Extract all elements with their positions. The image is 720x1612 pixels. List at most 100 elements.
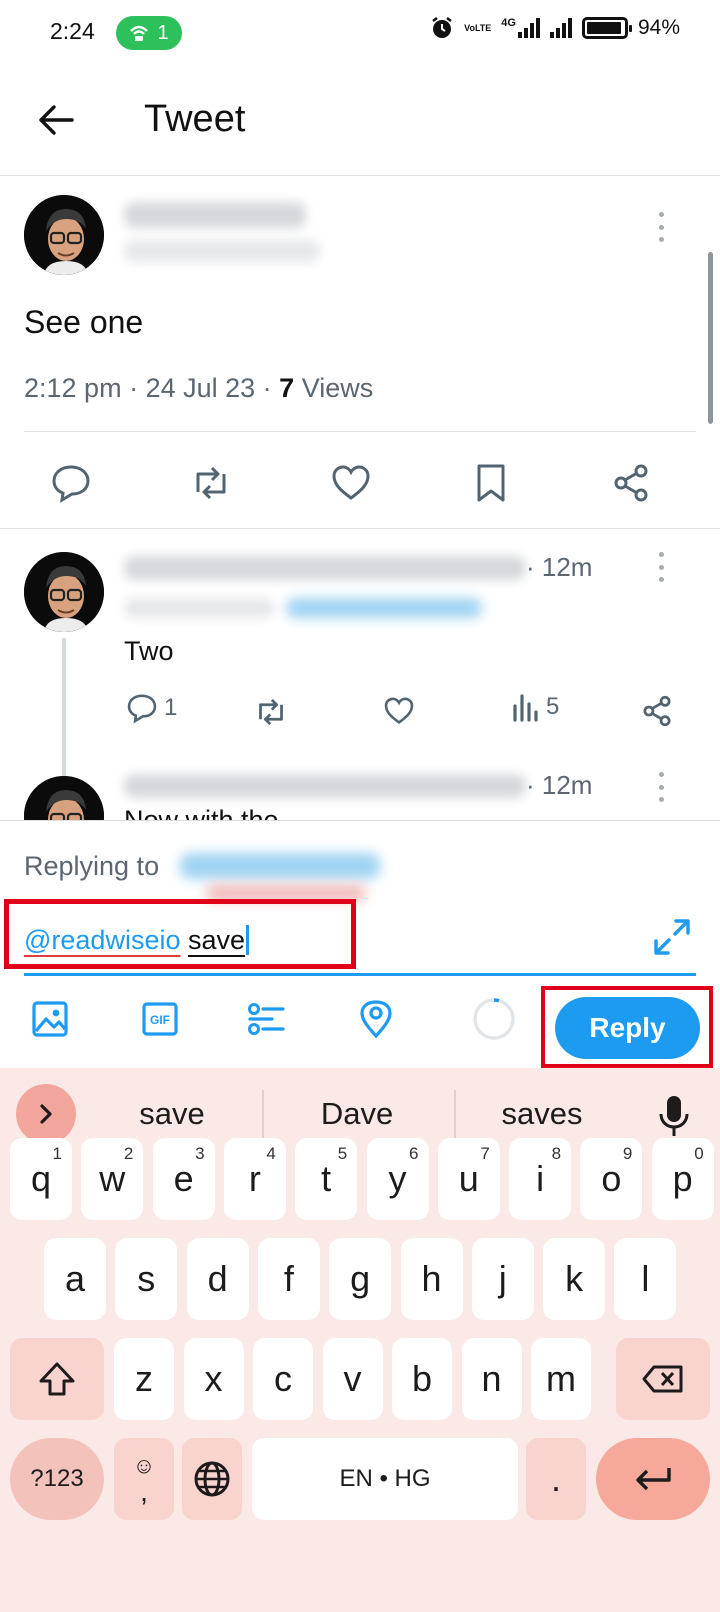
share-icon[interactable] xyxy=(610,462,652,504)
key-p[interactable]: p0 xyxy=(651,1138,714,1220)
bookmark-icon[interactable] xyxy=(470,462,512,504)
more-options-icon[interactable] xyxy=(657,772,665,802)
key-x[interactable]: x xyxy=(183,1338,244,1420)
microphone-icon[interactable] xyxy=(656,1094,692,1138)
views-label[interactable]: Views xyxy=(302,373,374,403)
key-m[interactable]: m xyxy=(531,1338,591,1420)
key-h[interactable]: h xyxy=(400,1238,463,1320)
key-number-hint: 1 xyxy=(52,1144,62,1163)
reply-icon[interactable] xyxy=(50,462,92,504)
volte-icon: VoLTE xyxy=(464,22,492,33)
image-icon[interactable] xyxy=(30,999,70,1039)
page-title: Tweet xyxy=(144,98,246,140)
key-n[interactable]: n xyxy=(461,1338,522,1420)
key-r[interactable]: r4 xyxy=(223,1138,286,1220)
suggestion-3[interactable]: saves xyxy=(452,1096,632,1132)
space-key[interactable]: EN • HG xyxy=(252,1438,518,1520)
network-label: 4G xyxy=(501,17,516,29)
key-number-hint: 9 xyxy=(622,1144,633,1163)
more-options-icon[interactable] xyxy=(657,212,665,242)
key-g[interactable]: g xyxy=(329,1238,392,1320)
input-underline xyxy=(24,973,696,976)
key-i[interactable]: i8 xyxy=(509,1138,572,1220)
key-o[interactable]: o9 xyxy=(580,1138,643,1220)
reply-time: · 12m xyxy=(526,552,593,582)
key-label: r xyxy=(248,1158,261,1199)
tweet-actions xyxy=(0,440,720,520)
chevron-right-icon xyxy=(40,1104,52,1124)
key-t[interactable]: t5 xyxy=(295,1138,358,1220)
retweet-icon[interactable] xyxy=(254,695,288,729)
key-b[interactable]: b xyxy=(392,1338,452,1420)
key-w[interactable]: w2 xyxy=(81,1138,144,1220)
period-key[interactable]: . xyxy=(526,1438,586,1520)
share-icon[interactable] xyxy=(640,694,674,728)
battery-percent: 94% xyxy=(637,16,680,39)
status-time: 2:24 xyxy=(50,18,95,44)
enter-key[interactable] xyxy=(596,1438,710,1520)
scrollbar[interactable] xyxy=(708,252,713,424)
location-icon[interactable] xyxy=(356,999,396,1039)
enter-icon xyxy=(636,1468,671,1491)
gif-icon[interactable]: GIF xyxy=(140,999,180,1039)
reply-input[interactable]: @readwiseio save xyxy=(24,925,250,956)
emoji-comma-key[interactable]: ☺ , xyxy=(114,1438,174,1520)
key-label: q xyxy=(30,1158,52,1199)
key-s[interactable]: s xyxy=(115,1238,178,1320)
svg-text:GIF: GIF xyxy=(150,1013,170,1027)
key-q[interactable]: q1 xyxy=(10,1138,72,1220)
avatar[interactable] xyxy=(24,195,104,275)
key-v[interactable]: v xyxy=(322,1338,383,1420)
author-handle-blurred xyxy=(124,240,320,262)
key-c[interactable]: c xyxy=(253,1338,313,1420)
reply-reply-action[interactable]: 1 xyxy=(126,692,177,724)
key-l[interactable]: l xyxy=(614,1238,677,1320)
key-label: y xyxy=(388,1158,407,1199)
key-z[interactable]: z xyxy=(114,1338,174,1420)
key-e[interactable]: e3 xyxy=(152,1138,215,1220)
retweet-icon[interactable] xyxy=(190,462,232,504)
key-k[interactable]: k xyxy=(543,1238,606,1320)
suggestion-2[interactable]: Dave xyxy=(267,1096,447,1132)
back-arrow-icon[interactable] xyxy=(36,100,76,140)
key-label: u xyxy=(458,1158,479,1199)
language-key[interactable] xyxy=(182,1438,242,1520)
replying-to-blurred xyxy=(124,598,274,618)
comma-label: , xyxy=(140,1476,148,1507)
globe-icon xyxy=(194,1461,230,1497)
avatar-image xyxy=(24,552,104,632)
key-f[interactable]: f xyxy=(257,1238,320,1320)
key-a[interactable]: a xyxy=(44,1238,106,1320)
key-label: i xyxy=(536,1158,545,1199)
shift-icon xyxy=(39,1362,75,1396)
key-y[interactable]: y6 xyxy=(366,1138,429,1220)
alarm-icon xyxy=(432,17,452,38)
key-j[interactable]: j xyxy=(471,1238,534,1320)
like-icon[interactable] xyxy=(383,695,415,727)
key-u[interactable]: u7 xyxy=(437,1138,500,1220)
symbols-key[interactable]: ?123 xyxy=(10,1438,104,1520)
reply-avatar-partial[interactable] xyxy=(24,776,104,820)
key-number-hint: 6 xyxy=(409,1144,419,1163)
reply-text-partial: Now with the xyxy=(124,805,279,821)
poll-icon[interactable] xyxy=(246,999,286,1039)
key-d[interactable]: d xyxy=(186,1238,249,1320)
reply-author-blurred xyxy=(124,556,526,580)
key-number-hint: 8 xyxy=(551,1144,562,1163)
suggestion-1[interactable]: save xyxy=(82,1096,262,1132)
reply-icon xyxy=(127,694,157,724)
key-number-hint: 4 xyxy=(266,1144,276,1163)
reply-button[interactable]: Reply xyxy=(555,997,700,1059)
mention-text: @readwiseio xyxy=(24,925,181,955)
suggestions-toggle[interactable] xyxy=(16,1084,76,1144)
shift-key[interactable] xyxy=(10,1338,104,1420)
backspace-key[interactable] xyxy=(616,1338,710,1420)
battery-icon xyxy=(581,17,632,39)
reply-avatar[interactable] xyxy=(24,552,104,632)
expand-icon[interactable] xyxy=(652,917,692,957)
more-options-icon[interactable] xyxy=(657,552,665,582)
reply-views-action[interactable]: 5 xyxy=(512,692,559,722)
app-header: Tweet xyxy=(0,64,720,176)
like-icon[interactable] xyxy=(330,462,372,504)
replying-to-handle-blurred[interactable] xyxy=(180,853,380,879)
